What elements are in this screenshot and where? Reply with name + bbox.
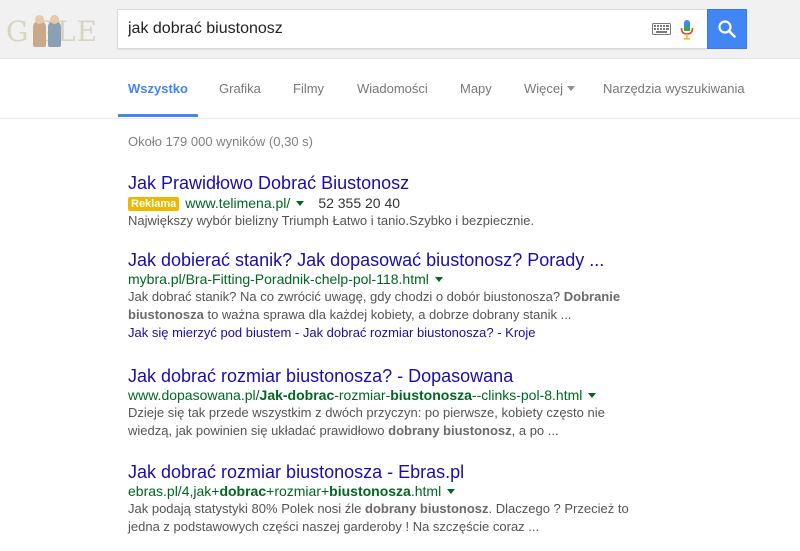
google-doodle-logo[interactable]: G GLE bbox=[6, 15, 98, 49]
highlighted-text: biustonosza bbox=[329, 483, 411, 499]
ad-url: www.telimena.pl/ bbox=[185, 195, 291, 211]
url-dropdown-arrow-icon[interactable] bbox=[296, 201, 305, 206]
highlighted-text: Jak-dobrac bbox=[259, 387, 335, 403]
text-span: Jak dobrać stanik? Na co zwrócić uwagę, … bbox=[128, 289, 564, 304]
tab-wiecej[interactable]: Więcej bbox=[524, 81, 576, 96]
ad-phone-number[interactable]: 52 355 20 40 bbox=[318, 195, 400, 211]
result-url: www.dopasowana.pl/Jak-dobrac-rozmiar-biu… bbox=[128, 387, 582, 403]
sitelink-separator: - bbox=[291, 325, 303, 340]
chevron-down-icon bbox=[567, 86, 576, 91]
result-sitelinks: Jak się mierzyć pod biustem - Jak dobrać… bbox=[128, 324, 648, 342]
result-title-link[interactable]: Jak dobrać rozmiar biustonosza - Ebras.p… bbox=[128, 461, 648, 483]
ad-snippet: Największy wybór bielizny Triumph Łatwo … bbox=[128, 213, 535, 228]
result-snippet: Dzieje się tak przede wszystkim z dwóch … bbox=[128, 404, 648, 440]
tab-narzedzia-wyszukiwania[interactable]: Narzędzia wyszukiwania bbox=[603, 81, 745, 96]
sitelink[interactable]: Kroje bbox=[505, 325, 535, 340]
keyboard-icon[interactable] bbox=[652, 23, 671, 35]
highlighted-text: dobrac bbox=[219, 483, 267, 499]
search-button[interactable] bbox=[707, 9, 747, 49]
text-span: , a po ... bbox=[511, 423, 559, 438]
doodle-figures-image bbox=[30, 15, 62, 47]
url-dropdown-arrow-icon[interactable] bbox=[434, 277, 443, 282]
mic-icon[interactable] bbox=[680, 19, 694, 41]
tab-grafika[interactable]: Grafika bbox=[219, 81, 261, 96]
result-url: ebras.pl/4,jak+dobrac+rozmiar+biustonosz… bbox=[128, 483, 441, 499]
text-span: to ważna sprawa dla każdej kobiety, a do… bbox=[203, 307, 572, 322]
result-title-link[interactable]: Jak dobierać stanik? Jak dopasować biust… bbox=[128, 249, 648, 271]
text-span: www.dopasowana.pl/ bbox=[128, 387, 260, 403]
text-span: --clinks-pol-8.html bbox=[471, 387, 583, 403]
highlighted-text: dobrany biustonosz bbox=[365, 501, 489, 516]
tab-wszystko[interactable]: Wszystko bbox=[128, 81, 188, 96]
search-result: Jak dobrać rozmiar biustonosza - Ebras.p… bbox=[128, 461, 648, 536]
search-result: Jak dobrać rozmiar biustonosza? - Dopaso… bbox=[128, 365, 648, 440]
highlighted-text: dobrany biustonosz bbox=[388, 423, 512, 438]
url-dropdown-arrow-icon[interactable] bbox=[447, 489, 456, 494]
search-result: Jak dobierać stanik? Jak dopasować biust… bbox=[128, 249, 648, 342]
active-tab-indicator bbox=[118, 114, 198, 117]
search-input[interactable] bbox=[128, 10, 628, 48]
sitelink[interactable]: Jak dobrać rozmiar biustonosza? bbox=[303, 325, 494, 340]
search-icon bbox=[718, 20, 736, 38]
result-snippet: Jak dobrać stanik? Na co zwrócić uwagę, … bbox=[128, 288, 648, 324]
tab-filmy[interactable]: Filmy bbox=[293, 81, 324, 96]
text-span: +rozmiar+ bbox=[266, 483, 330, 499]
result-snippet: Jak podają statystyki 80% Polek nosi źle… bbox=[128, 500, 648, 536]
ad-result: Jak Prawidłowo Dobrać Biustonosz Reklama… bbox=[128, 172, 648, 230]
url-dropdown-arrow-icon[interactable] bbox=[588, 393, 597, 398]
search-tabs: Wszystko Grafika Filmy Wiadomości Mapy W… bbox=[0, 59, 800, 119]
header-bar: G GLE bbox=[0, 0, 800, 59]
tab-mapy[interactable]: Mapy bbox=[460, 81, 492, 96]
highlighted-text: biustonosza bbox=[390, 387, 472, 403]
ad-title-link[interactable]: Jak Prawidłowo Dobrać Biustonosz bbox=[128, 172, 648, 194]
text-span: -rozmiar- bbox=[334, 387, 391, 403]
text-span: Jak podają statystyki 80% Polek nosi źle bbox=[128, 501, 366, 516]
result-url: mybra.pl/Bra-Fitting-Poradnik-chelp-pol-… bbox=[128, 271, 429, 287]
tab-wiecej-label: Więcej bbox=[524, 81, 564, 96]
sitelink-separator: - bbox=[493, 325, 506, 340]
text-span: ebras.pl/4,jak+ bbox=[128, 483, 220, 499]
logo-letter-g: G bbox=[6, 15, 30, 48]
result-stats: Około 179 000 wyników (0,30 s) bbox=[128, 134, 313, 149]
tab-wiadomosci[interactable]: Wiadomości bbox=[357, 81, 428, 96]
sitelink[interactable]: Jak się mierzyć pod biustem bbox=[128, 325, 291, 340]
ad-badge: Reklama bbox=[128, 197, 180, 211]
search-box bbox=[117, 9, 707, 49]
result-title-link[interactable]: Jak dobrać rozmiar biustonosza? - Dopaso… bbox=[128, 365, 648, 387]
text-span: .html bbox=[410, 483, 442, 499]
